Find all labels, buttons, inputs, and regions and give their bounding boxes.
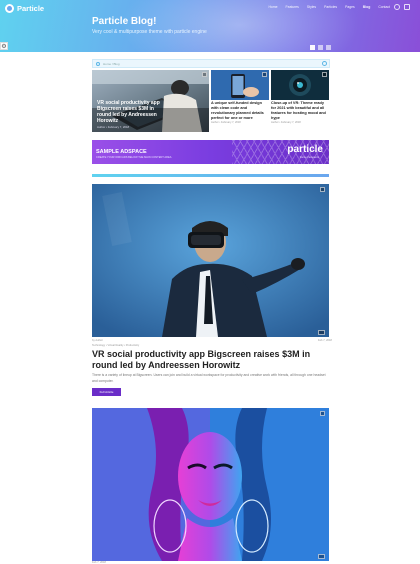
featured-card-2-image[interactable] (211, 70, 269, 100)
featured-card-main[interactable]: VR social productivity app Bigscreen rai… (92, 70, 209, 132)
slider-dot-3[interactable] (326, 45, 331, 50)
expand-icon[interactable] (320, 187, 325, 192)
ad-brand: particle (287, 144, 323, 155)
featured-card-3-title[interactable]: Close-up of VR: Theme ready for 2021 wit… (271, 101, 329, 121)
article-image-vr[interactable] (92, 184, 329, 337)
lens-photo (271, 70, 329, 100)
home-icon[interactable] (96, 62, 100, 66)
nav-item-pages[interactable]: Pages (345, 5, 355, 9)
nav-item-home[interactable]: Home (268, 5, 277, 9)
site-logo[interactable]: Particle (5, 4, 44, 13)
ad-subtitle: CREATE YOUR OWN ADS BELOW THE MAIN CONTE… (96, 156, 172, 159)
featured-card-3-image[interactable] (271, 70, 329, 100)
nav-item-features[interactable]: Features (286, 5, 299, 9)
menu-icon[interactable] (404, 4, 410, 10)
page: Particle Home Features Styles Particles … (0, 0, 420, 564)
article-title[interactable]: VR social productivity app Bigscreen rai… (92, 349, 332, 371)
ad-brand-sub: theme framework (299, 156, 319, 159)
article-excerpt: There is a variety of lineup at Bigscree… (92, 373, 326, 383)
main-nav: Home Features Styles Particles Pages Blo… (268, 5, 390, 9)
nav-item-blog[interactable]: Blog (363, 5, 371, 9)
caption-icon[interactable] (318, 330, 325, 335)
article-categories[interactable]: Technology • Virtual Reality • Productiv… (92, 344, 139, 347)
featured-meta: Author • February 7, 2018 (97, 125, 130, 129)
site-name: Particle (17, 4, 45, 13)
breadcrumb: Home / Blog (92, 59, 330, 68)
ad-title: SAMPLE ADSPACE (96, 149, 147, 155)
article-2-image[interactable] (92, 408, 329, 561)
nav-item-particles[interactable]: Particles (324, 5, 337, 9)
nav-item-contact[interactable]: Contact (378, 5, 390, 9)
search-icon[interactable] (394, 4, 400, 10)
expand-icon[interactable] (262, 72, 267, 77)
featured-card-2-meta: Author • February 7, 2018 (211, 121, 241, 124)
logo-icon (5, 4, 14, 13)
expand-icon[interactable] (202, 72, 207, 77)
breadcrumb-search-icon[interactable] (322, 61, 327, 66)
slider-dot-2[interactable] (318, 45, 323, 50)
article-date: Feb 7, 2018 (318, 339, 332, 342)
breadcrumb-text: Home / Blog (103, 62, 120, 66)
hero-title: Particle Blog! (92, 16, 157, 27)
featured-card-2-title[interactable]: A unique self-funded design with clean c… (211, 101, 269, 121)
read-more-button[interactable]: Full Article (92, 388, 121, 396)
expand-icon[interactable] (320, 411, 325, 416)
featured-title[interactable]: VR social productivity app Bigscreen rai… (97, 100, 169, 124)
settings-gear-icon[interactable]: ⚙ (0, 42, 8, 50)
slider-dots (310, 45, 331, 50)
neon-portrait-photo (92, 408, 329, 561)
expand-icon[interactable] (322, 72, 327, 77)
vr-man-photo (92, 184, 329, 337)
caption-icon[interactable] (318, 554, 325, 559)
phone-photo (211, 70, 269, 100)
hero-header: Particle Home Features Styles Particles … (0, 0, 420, 52)
section-divider (92, 174, 329, 177)
ad-banner[interactable]: SAMPLE ADSPACE CREATE YOUR OWN ADS BELOW… (92, 140, 329, 164)
hero-subtitle: Very cool & multipurpose theme with part… (92, 29, 207, 35)
featured-card-3-meta: Author • February 7, 2018 (271, 121, 301, 124)
article-author[interactable]: by Author (92, 339, 103, 342)
nav-item-styles[interactable]: Styles (307, 5, 316, 9)
slider-dot-1[interactable] (310, 45, 315, 50)
